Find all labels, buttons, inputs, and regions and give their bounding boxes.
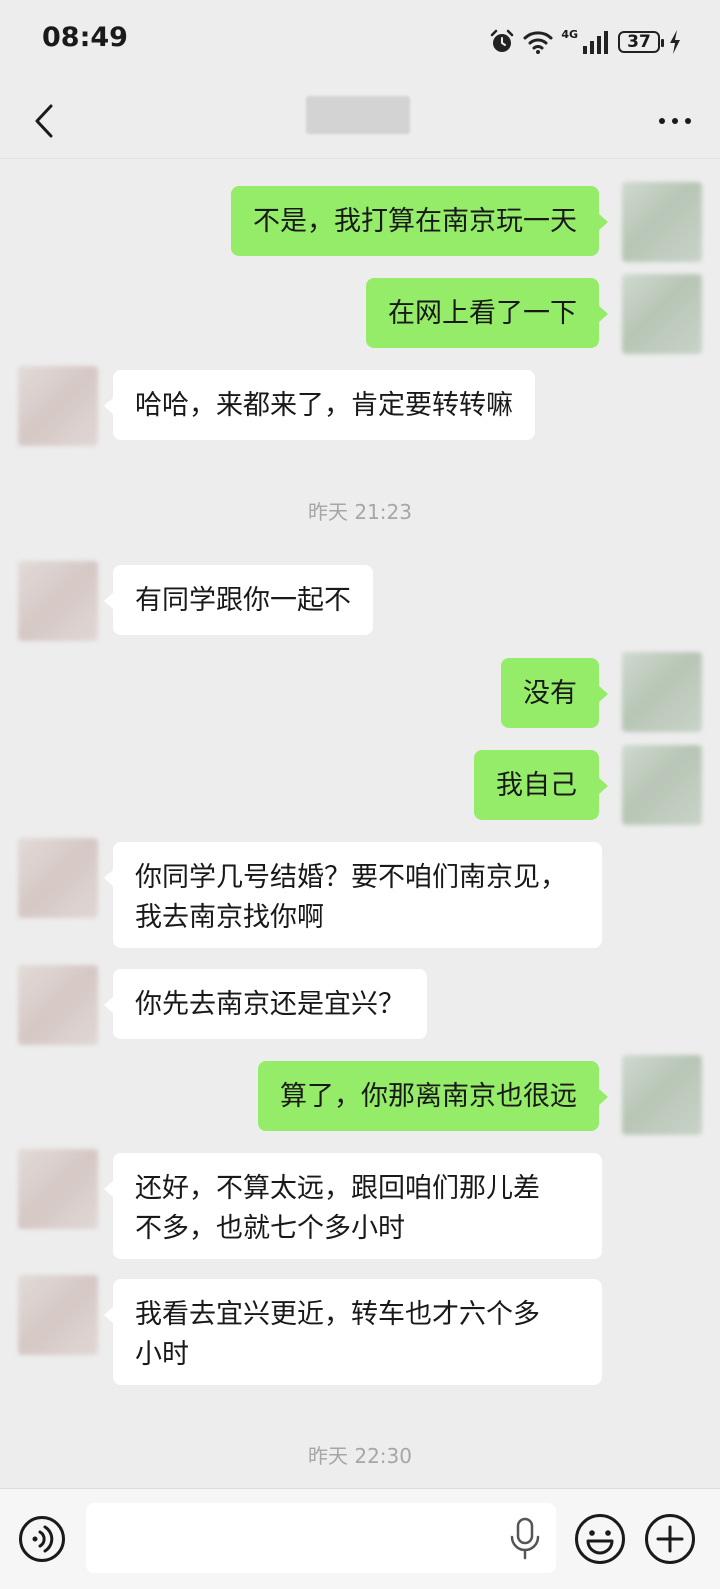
message-bubble-received[interactable]: 我看去宜兴更近，转车也才六个多 小时 — [104, 1279, 602, 1385]
timestamp: 昨天 21:23 — [308, 500, 412, 524]
mic-icon — [510, 1517, 540, 1560]
voice-toggle-button[interactable] — [18, 1515, 66, 1563]
avatar[interactable] — [622, 1055, 702, 1135]
status-time: 08:49 — [42, 22, 128, 53]
alarm-icon — [491, 29, 514, 52]
message-bubble-received[interactable]: 你同学几号结婚？要不咱们南京见， 我去南京找你啊 — [104, 842, 602, 948]
status-bar: 08:49 4G 37 — [0, 0, 720, 84]
message-bubble-sent[interactable]: 我自己 — [474, 750, 608, 820]
chat-area[interactable]: 不是，我打算在南京玩一天 在网上看了一下 哈哈，来都来了，肯定要转转嘛 昨天 2… — [0, 158, 720, 1488]
avatar[interactable] — [622, 652, 702, 732]
input-bar — [0, 1488, 720, 1589]
avatar[interactable] — [622, 182, 702, 262]
more-functions-button[interactable] — [644, 1513, 696, 1565]
message-bubble-received[interactable]: 还好，不算太远，跟回咱们那儿差 不多，也就七个多小时 — [104, 1153, 602, 1259]
battery-level: 37 — [627, 32, 651, 52]
message-bubble-received[interactable]: 你先去南京还是宜兴？ — [104, 969, 427, 1039]
more-dots-icon — [659, 118, 691, 124]
avatar[interactable] — [18, 366, 98, 446]
back-button[interactable] — [22, 94, 66, 148]
avatar[interactable] — [18, 561, 98, 641]
status-icons: 4G 37 — [481, 26, 682, 58]
wifi-icon — [523, 31, 553, 54]
charging-icon — [670, 30, 680, 54]
mic-button[interactable] — [508, 1515, 542, 1563]
message-bubble-received[interactable]: 哈哈，来都来了，肯定要转转嘛 — [104, 370, 535, 440]
avatar[interactable] — [18, 838, 98, 918]
message-input[interactable] — [86, 1503, 556, 1573]
message-bubble-received[interactable]: 有同学跟你一起不 — [104, 565, 373, 635]
message-bubble-sent[interactable]: 没有 — [501, 658, 608, 728]
chevron-left-icon — [35, 104, 53, 138]
avatar[interactable] — [18, 965, 98, 1045]
nav-bar — [0, 84, 720, 159]
message-bubble-sent[interactable]: 在网上看了一下 — [366, 278, 608, 348]
emoji-icon — [575, 1514, 625, 1564]
avatar[interactable] — [18, 1275, 98, 1355]
voice-icon — [19, 1516, 65, 1562]
chat-title-redacted — [306, 96, 410, 134]
network-type: 4G — [561, 27, 578, 41]
battery-icon: 37 — [618, 31, 664, 53]
avatar[interactable] — [622, 274, 702, 354]
plus-icon — [645, 1514, 695, 1564]
timestamp: 昨天 22:30 — [308, 1444, 412, 1468]
message-bubble-sent[interactable]: 不是，我打算在南京玩一天 — [231, 186, 608, 256]
message-bubble-sent[interactable]: 算了，你那离南京也很远 — [258, 1061, 608, 1131]
avatar[interactable] — [622, 745, 702, 825]
signal-icon — [583, 31, 608, 54]
avatar[interactable] — [18, 1149, 98, 1229]
more-button[interactable] — [650, 96, 700, 146]
emoji-button[interactable] — [574, 1513, 626, 1565]
